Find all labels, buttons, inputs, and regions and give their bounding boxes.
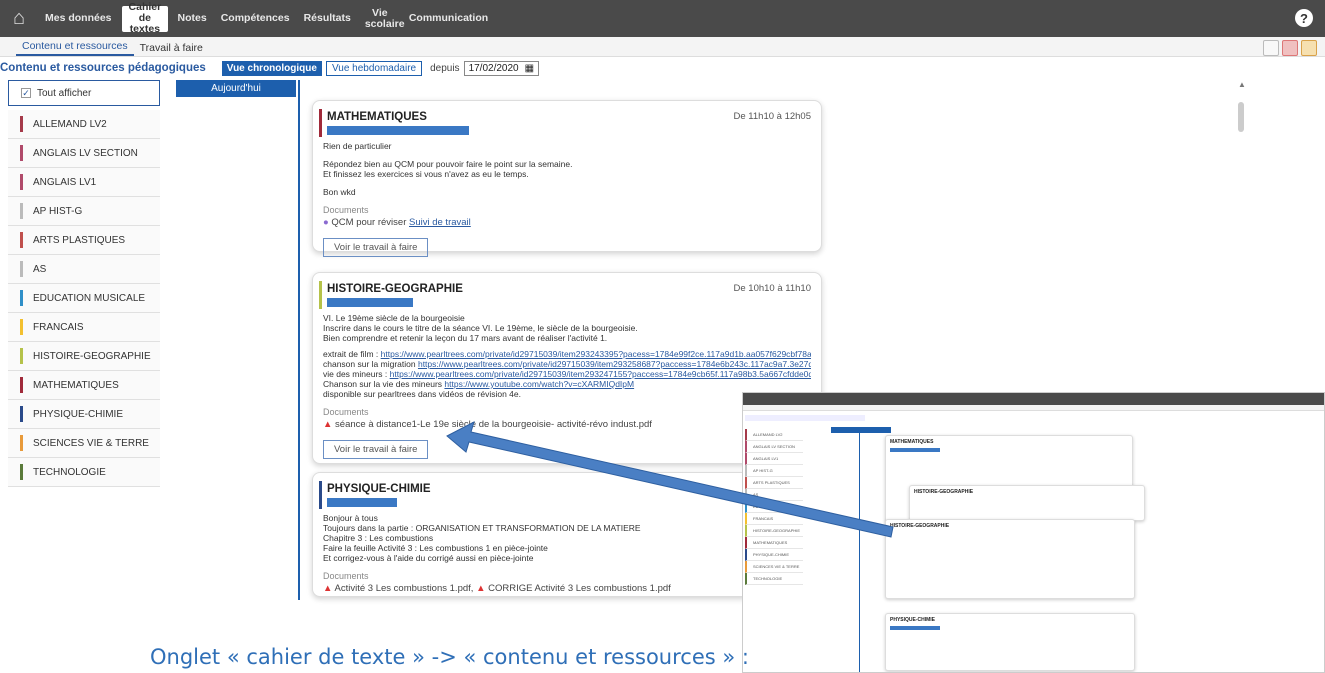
caption: Onglet « cahier de texte » -> « contenu … <box>150 645 749 669</box>
annotation-arrow <box>446 421 894 538</box>
